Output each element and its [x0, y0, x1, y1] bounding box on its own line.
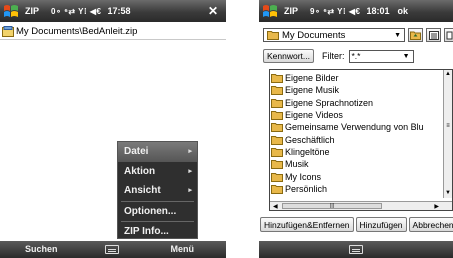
list-item[interactable]: Gemeinsame Verwendung von Blu: [270, 121, 440, 133]
filter-value: *.*: [351, 51, 361, 61]
filter-label: Filter:: [322, 51, 345, 61]
folder-icon: [271, 147, 283, 157]
horizontal-scrollbar[interactable]: ◀ ||| ▶: [270, 201, 452, 210]
menu-item-label: Optionen...: [124, 205, 177, 217]
file-name: Gemeinsame Verwendung von Blu: [285, 122, 424, 133]
list-item[interactable]: Eigene Musik: [270, 84, 440, 96]
list-item[interactable]: Persönlich: [270, 183, 440, 195]
status-icons[interactable]: 9∘ ⁶⇄ Y⁞ ◀€: [310, 7, 360, 16]
submenu-arrow-icon: ▸: [188, 148, 192, 155]
ok-button[interactable]: ok: [398, 6, 409, 16]
list-item[interactable]: Musik: [270, 158, 440, 170]
softkey-right[interactable]: Menü: [171, 244, 195, 254]
divider: [0, 39, 226, 40]
view-toggle-button[interactable]: [426, 28, 441, 42]
folder-icon: [271, 86, 283, 96]
filter-dropdown[interactable]: *.* ▼: [348, 49, 414, 63]
left-screen: ZIP 0∘ ⁶⇄ Y⁞ ◀€ 17:58 ✕ My Documents\Bed…: [0, 0, 226, 258]
menu-item-label: Aktion: [124, 165, 156, 177]
menu-item-ansicht[interactable]: Ansicht ▸: [118, 181, 197, 201]
list-item[interactable]: Eigene Sprachnotizen: [270, 97, 440, 109]
password-button[interactable]: Kennwort...: [263, 49, 314, 63]
file-name: Eigene Videos: [285, 110, 343, 121]
properties-icon: [446, 31, 452, 39]
chevron-down-icon: ▼: [402, 52, 410, 60]
folder-icon: [271, 172, 283, 182]
menu-item-datei[interactable]: Datei ▸: [118, 142, 197, 162]
vertical-scrollbar[interactable]: ▲ ≡ ▼: [443, 70, 452, 198]
folder-icon: [271, 123, 283, 133]
folder-row: My Documents ▼: [263, 28, 453, 42]
list-item[interactable]: Eigene Videos: [270, 109, 440, 121]
close-button[interactable]: ✕: [208, 4, 218, 18]
softkey-bar: Suchen Menü: [0, 241, 226, 258]
list-item[interactable]: Klingeltöne: [270, 146, 440, 158]
menu-item-zip-info[interactable]: ZIP Info...: [118, 222, 197, 242]
status-icons[interactable]: 0∘ ⁶⇄ Y⁞ ◀€: [51, 7, 101, 16]
softkey-bar: [259, 241, 453, 258]
path-text: My Documents\BedAnleit.zip: [16, 25, 138, 37]
archive-path: My Documents\BedAnleit.zip: [2, 24, 137, 38]
scroll-left-icon[interactable]: ◀: [273, 203, 278, 210]
folder-icon: [271, 98, 283, 108]
file-name: My Icons: [285, 171, 322, 182]
title-bar: ZIP 0∘ ⁶⇄ Y⁞ ◀€ 17:58 ✕: [0, 0, 226, 22]
folder-icon: [271, 74, 283, 84]
chevron-down-icon: ▼: [394, 32, 401, 39]
folder-icon: [271, 184, 283, 194]
context-menu: Datei ▸ Aktion ▸ Ansicht ▸ Optionen... Z…: [117, 141, 198, 239]
menu-item-label: Ansicht: [124, 185, 161, 197]
file-list[interactable]: Eigene Bilder Eigene Musik Eigene Sprachno…: [269, 69, 453, 211]
file-name: Eigene Bilder: [285, 73, 339, 84]
list-item[interactable]: My Icons: [270, 170, 440, 182]
file-rows: Eigene Bilder Eigene Musik Eigene Sprachno…: [270, 72, 440, 195]
scroll-thumb[interactable]: ≡: [445, 122, 451, 132]
file-name: Eigene Musik: [285, 85, 340, 96]
menu-item-optionen[interactable]: Optionen...: [118, 202, 197, 222]
scroll-thumb[interactable]: |||: [282, 203, 382, 209]
more-button[interactable]: [444, 28, 453, 42]
add-button[interactable]: Hinzufügen: [355, 217, 407, 232]
file-name: Eigene Sprachnotizen: [285, 97, 374, 108]
action-buttons: Hinzufügen&Entfernen Hinzufügen Abbreche…: [260, 217, 453, 232]
file-name: Musik: [285, 159, 309, 170]
menu-item-label: ZIP Info...: [124, 226, 169, 238]
list-item[interactable]: Geschäftlich: [270, 133, 440, 145]
folder-dropdown[interactable]: My Documents ▼: [263, 28, 405, 42]
title-bar: ZIP 9∘ ⁶⇄ Y⁞ ◀€ 18:01 ok: [259, 0, 453, 22]
app-title: ZIP: [284, 6, 299, 16]
menu-item-label: Datei: [124, 146, 149, 158]
clock-time[interactable]: 18:01: [366, 6, 389, 16]
scroll-up-icon[interactable]: ▲: [444, 70, 452, 79]
menu-item-aktion[interactable]: Aktion ▸: [118, 162, 197, 182]
folder-icon: [271, 135, 283, 145]
right-screen: ZIP 9∘ ⁶⇄ Y⁞ ◀€ 18:01 ok My Documents ▼: [259, 0, 453, 258]
submenu-arrow-icon: ▸: [188, 187, 192, 194]
keyboard-icon[interactable]: [105, 245, 119, 254]
folder-up-button[interactable]: [408, 28, 423, 42]
folder-icon: [271, 111, 283, 121]
softkey-left[interactable]: Suchen: [25, 244, 58, 254]
keyboard-icon[interactable]: [349, 245, 363, 254]
zip-file-icon: [2, 25, 14, 37]
scroll-down-icon[interactable]: ▼: [444, 189, 452, 198]
clock-time[interactable]: 17:58: [107, 6, 130, 16]
add-remove-button[interactable]: Hinzufügen&Entfernen: [260, 217, 354, 232]
folder-name: My Documents: [282, 29, 346, 41]
folder-icon: [271, 160, 283, 170]
cancel-button[interactable]: Abbrechen: [408, 217, 453, 232]
file-name: Geschäftlich: [285, 134, 335, 145]
file-name: Persönlich: [285, 183, 328, 194]
list-view-icon: [428, 30, 439, 40]
windows-start-icon[interactable]: [3, 3, 19, 19]
list-item[interactable]: Eigene Bilder: [270, 72, 440, 84]
app-title: ZIP: [25, 6, 40, 16]
folder-up-icon: [410, 31, 421, 40]
submenu-arrow-icon: ▸: [188, 167, 192, 175]
scroll-right-icon[interactable]: ▶: [434, 203, 439, 210]
file-name: Klingeltöne: [285, 146, 330, 157]
options-row: Kennwort... Filter: *.* ▼: [263, 49, 414, 63]
folder-icon: [267, 31, 279, 40]
windows-start-icon[interactable]: [262, 3, 278, 19]
